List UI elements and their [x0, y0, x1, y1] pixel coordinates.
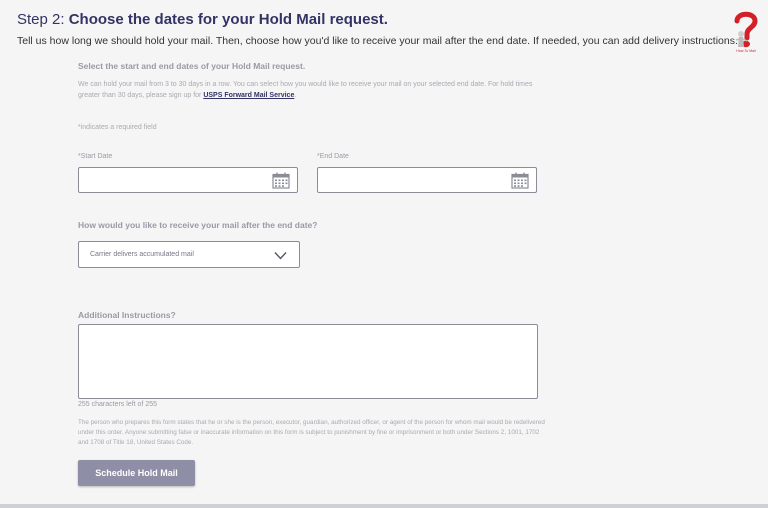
bottom-divider — [0, 504, 768, 508]
end-date-label: *End Date — [317, 153, 349, 160]
calendar-icon[interactable] — [272, 172, 290, 189]
legal-statement: The person who prepares this form states… — [78, 419, 545, 446]
end-date-field[interactable] — [317, 167, 537, 193]
calendar-icon[interactable] — [511, 172, 529, 189]
link-suffix: . — [294, 92, 297, 99]
forward-mail-link[interactable]: USPS Forward Mail Service — [203, 92, 294, 99]
end-date-input[interactable] — [324, 169, 508, 193]
dates-section-heading: Select the start and end dates of your H… — [78, 61, 306, 71]
step-title: Choose the dates for your Hold Mail requ… — [68, 11, 388, 28]
logo-caption: How-To Mail — [736, 49, 756, 53]
page-title: Step 2: Choose the dates for your Hold M… — [17, 11, 388, 28]
start-date-field[interactable] — [78, 167, 298, 193]
character-count: 255 characters left of 255 — [78, 401, 157, 408]
additional-instructions-label: Additional Instructions? — [78, 310, 176, 320]
delivery-question: How would you like to receive your mail … — [78, 220, 318, 230]
delivery-method-select[interactable]: Carrier delivers accumulated mail — [78, 241, 300, 268]
start-date-label: *Start Date — [78, 153, 113, 160]
delivery-method-value: Carrier delivers accumulated mail — [90, 251, 194, 258]
start-date-input[interactable] — [85, 169, 269, 193]
step-prefix: Step 2: — [17, 11, 69, 28]
required-note: *indicates a required field — [78, 124, 157, 131]
intro-text: Tell us how long we should hold your mai… — [17, 35, 738, 47]
dates-description-text: We can hold your mail from 3 to 30 days … — [78, 81, 533, 99]
question-mark-figure-icon: How-To Mail — [731, 8, 761, 56]
chevron-down-icon — [274, 252, 287, 260]
additional-instructions-input[interactable] — [78, 324, 538, 399]
schedule-hold-mail-button[interactable]: Schedule Hold Mail — [78, 460, 195, 486]
dates-description: We can hold your mail from 3 to 30 days … — [78, 79, 548, 101]
